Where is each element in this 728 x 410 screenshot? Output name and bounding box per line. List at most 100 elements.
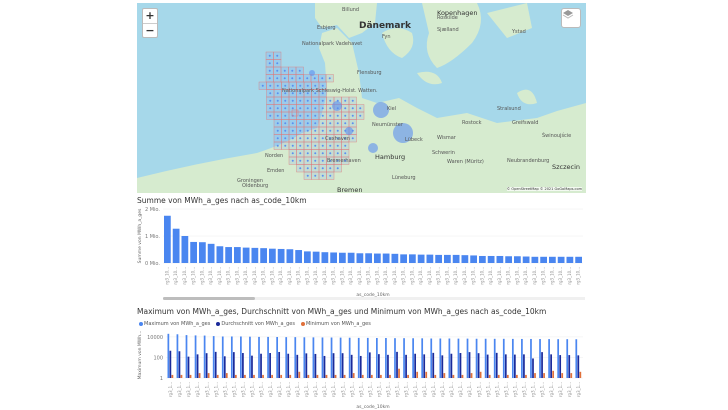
x-tick-label: rg3_1...	[322, 382, 327, 397]
bar	[443, 373, 446, 378]
chart1-scrollbar[interactable]	[163, 297, 255, 300]
bar	[400, 254, 407, 263]
grid-point	[268, 62, 271, 65]
x-tick-label: rg3_1...	[213, 382, 218, 397]
bar	[570, 373, 573, 378]
chart1: 0 Mio. 1 Mio. 2 Mio.Summe von MWh_a_ges rg3…	[137, 207, 583, 298]
x-tick-label: rg3_10...	[287, 267, 292, 285]
bar	[216, 374, 219, 378]
bar	[332, 353, 335, 378]
x-tick-label: rg3_10...	[541, 267, 546, 285]
map[interactable]: Dänemark Kopenhagen Billund Esbjerg Roskilde…	[137, 3, 586, 193]
grid-point	[329, 174, 332, 177]
bar	[523, 354, 525, 378]
x-tick-label: rg3_10...	[444, 267, 449, 285]
grid-point	[291, 144, 294, 147]
bar	[359, 355, 362, 378]
x-tick-label: rg3_1...	[576, 382, 581, 397]
map-label: Schwerin	[432, 150, 455, 156]
legend-item[interactable]: Maximum von MWh_a_ges	[139, 321, 210, 327]
bar	[366, 337, 369, 378]
x-tick-label: rg3_1...	[259, 382, 264, 397]
bar	[205, 353, 208, 378]
bar	[352, 373, 355, 378]
x-tick-label: rg3_1...	[241, 382, 246, 397]
map-label: Lübeck	[405, 137, 423, 143]
grid-point	[321, 174, 324, 177]
x-tick-label: rg3_1...	[540, 382, 545, 397]
bar	[504, 354, 507, 378]
grid-point	[314, 84, 317, 87]
legend-item[interactable]: Minimum von MWh_a_ges	[300, 321, 371, 327]
grid-point	[306, 129, 309, 132]
x-tick-label: rg3_1...	[413, 382, 418, 397]
y-tick-label: 1	[160, 376, 163, 382]
bar	[539, 339, 541, 378]
bar	[260, 353, 262, 378]
bar	[511, 338, 514, 378]
bar	[479, 255, 486, 263]
bar	[441, 355, 444, 378]
grid-point	[321, 84, 324, 87]
layers-button[interactable]	[561, 8, 581, 28]
grid-point	[284, 144, 287, 147]
grid-point	[299, 84, 302, 87]
y-tick-label: 10000	[147, 335, 163, 341]
bar	[251, 355, 253, 378]
map-label: Flensburg	[357, 70, 382, 76]
bar	[260, 248, 267, 263]
bar	[502, 338, 505, 378]
bar	[314, 353, 317, 378]
grid-point	[269, 114, 272, 117]
x-tick-label: rg3_10...	[217, 267, 222, 285]
bar	[172, 228, 180, 263]
grid-point	[261, 84, 264, 87]
bar	[321, 337, 324, 378]
bar	[321, 252, 329, 263]
bar	[495, 352, 498, 378]
x-tick-label: rg3_10...	[348, 267, 353, 285]
grid-point	[351, 122, 354, 125]
bar	[575, 339, 578, 378]
x-tick-label: rg3_1...	[494, 382, 499, 397]
grid-point	[314, 122, 317, 125]
x-tick-label: rg3_1...	[231, 382, 236, 397]
map-label: Rostock	[462, 120, 482, 126]
bar	[389, 374, 391, 378]
bar	[225, 247, 232, 263]
grid-point	[268, 54, 271, 57]
bar	[459, 353, 462, 378]
bar	[506, 374, 509, 378]
bar	[330, 337, 333, 378]
grid-point	[306, 122, 309, 125]
x-tick-label: rg3_10...	[269, 267, 274, 285]
bar	[391, 253, 399, 263]
x-tick-label: rg3_10...	[409, 267, 414, 285]
fyn-island	[382, 28, 414, 58]
bar	[287, 353, 290, 378]
grid-point	[299, 99, 302, 102]
bar	[566, 256, 574, 263]
grid-point	[321, 137, 324, 140]
zoom-out-button[interactable]: −	[143, 24, 157, 38]
map-label: Neumünster	[372, 122, 403, 128]
bar	[212, 336, 215, 378]
bar	[426, 254, 434, 263]
grid-point	[276, 92, 279, 95]
x-tick-label: rg3_1...	[250, 382, 255, 397]
bar	[396, 351, 398, 378]
bar	[298, 371, 301, 378]
grid-point	[314, 144, 317, 147]
bar	[232, 352, 235, 378]
bar	[448, 338, 451, 378]
bar	[568, 355, 571, 378]
grid-point	[336, 167, 339, 170]
zoom-in-button[interactable]: +	[143, 9, 157, 24]
bar	[543, 373, 545, 378]
layers-icon	[562, 10, 574, 19]
bar	[559, 355, 562, 378]
x-tick-label: rg3_1...	[395, 382, 400, 397]
legend-item[interactable]: Durchschnitt von MWh_a_ges	[216, 321, 295, 327]
bar	[541, 352, 543, 378]
grid-point	[336, 152, 339, 155]
